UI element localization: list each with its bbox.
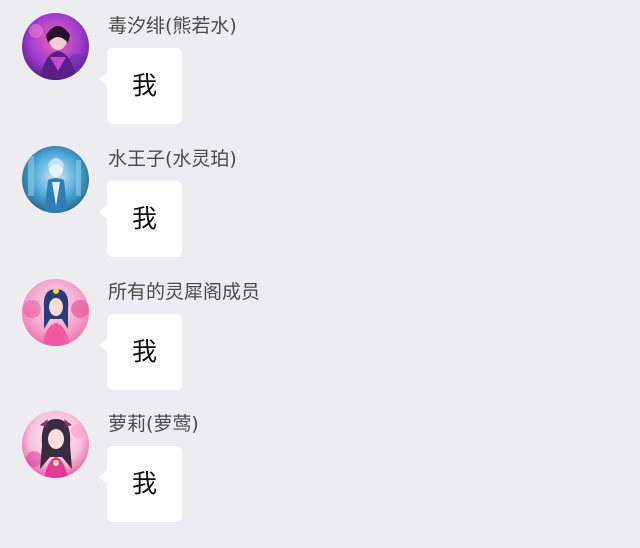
avatar-ice-prince-icon[interactable] (22, 146, 89, 213)
avatar-image (22, 279, 89, 346)
message-bubble[interactable]: 我 (99, 446, 182, 522)
message-bubble[interactable]: 我 (99, 181, 182, 257)
avatar-pink-girl-icon[interactable] (22, 411, 89, 478)
chat-message: 萝莉(萝莺) 我 (0, 411, 640, 543)
sender-name: 毒汐绯(熊若水) (108, 15, 237, 37)
chat-message: 毒汐绯(熊若水) 我 (0, 13, 640, 145)
sender-name: 水王子(水灵珀) (108, 148, 237, 170)
avatar-image (22, 411, 89, 478)
message-bubble[interactable]: 我 (99, 48, 182, 124)
message-text: 我 (131, 204, 157, 233)
sender-name: 所有的灵犀阁成员 (108, 281, 261, 303)
chat-message: 水王子(水灵珀) 我 (0, 146, 640, 278)
chat-message-list: 毒汐绯(熊若水) 我 水王子(水灵珀) 我 所有的灵犀阁成员 我 萝莉(萝莺) … (0, 0, 640, 548)
avatar-image (22, 13, 89, 80)
message-text: 我 (131, 337, 157, 366)
message-text: 我 (131, 469, 157, 498)
message-bubble[interactable]: 我 (99, 314, 182, 390)
chat-message: 所有的灵犀阁成员 我 (0, 279, 640, 411)
avatar-group-girls-icon[interactable] (22, 279, 89, 346)
sender-name: 萝莉(萝莺) (108, 413, 199, 435)
avatar-purple-warrior-icon[interactable] (22, 13, 89, 80)
message-text: 我 (131, 71, 157, 100)
avatar-image (22, 146, 89, 213)
